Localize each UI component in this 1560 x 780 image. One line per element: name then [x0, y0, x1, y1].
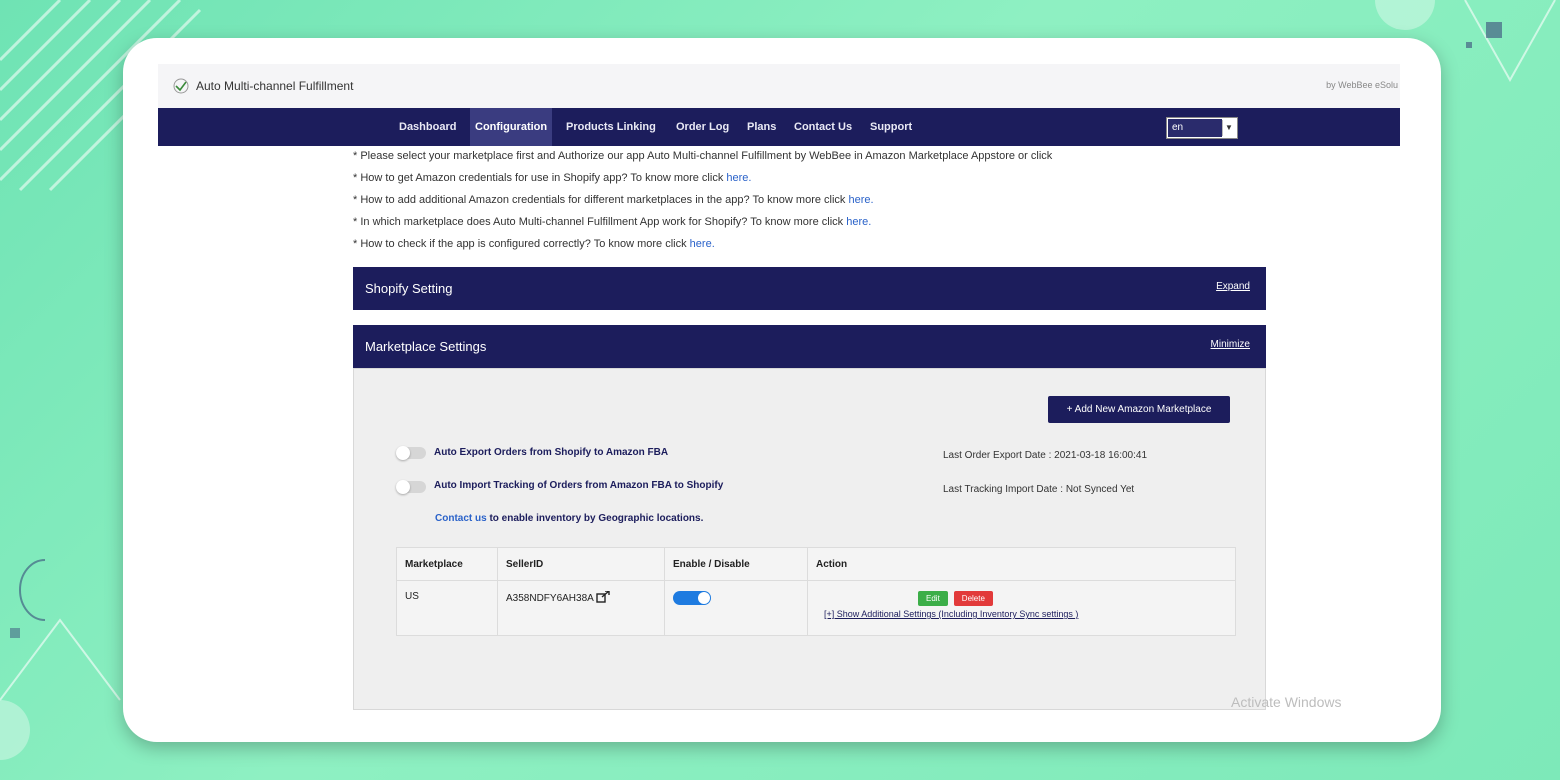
- add-amazon-marketplace-button[interactable]: + Add New Amazon Marketplace: [1048, 396, 1230, 423]
- marketplace-enable-toggle[interactable]: [673, 591, 711, 605]
- enable-disable-cell: [664, 580, 808, 636]
- show-additional-settings-link[interactable]: [+] Show Additional Settings (Including …: [824, 609, 1227, 619]
- seller-id: A358NDFY6AH38A: [506, 593, 594, 604]
- help-link[interactable]: here.: [848, 194, 873, 206]
- help-link[interactable]: here.: [726, 172, 751, 184]
- marketplace-settings-panel-header: Marketplace Settings Minimize: [353, 325, 1266, 368]
- delete-button[interactable]: Delete: [953, 591, 993, 606]
- minimize-link[interactable]: Minimize: [1211, 325, 1250, 365]
- toggle-knob: [396, 480, 410, 494]
- contact-us-link[interactable]: Contact us: [435, 513, 487, 524]
- info-line: * Please select your marketplace first a…: [353, 150, 1052, 162]
- panel-title: Shopify Setting: [365, 281, 453, 296]
- info-text: * Please select your marketplace first a…: [353, 150, 1053, 162]
- auto-import-tracking-toggle[interactable]: [396, 480, 426, 494]
- panel-title: Marketplace Settings: [365, 339, 487, 354]
- nav-products-linking[interactable]: Products Linking: [561, 108, 661, 146]
- help-link[interactable]: here.: [846, 216, 871, 228]
- action-buttons: Edit Delete: [824, 591, 1227, 606]
- action-cell: Edit Delete [+] Show Additional Settings …: [807, 580, 1236, 636]
- table-header-row: Marketplace SellerID Enable / Disable Ac…: [396, 547, 1236, 581]
- column-header: Action: [807, 547, 1236, 581]
- edit-button[interactable]: Edit: [918, 591, 948, 606]
- main-navigation: Dashboard Configuration Products Linking…: [158, 108, 1400, 146]
- last-tracking-date: Last Tracking Import Date : Not Synced Y…: [943, 484, 1135, 495]
- app-header: Auto Multi-channel Fulfillment by WebBee…: [158, 64, 1400, 108]
- toggle-knob: [698, 592, 710, 604]
- nav-plans[interactable]: Plans: [742, 108, 781, 146]
- column-header: Marketplace: [396, 547, 498, 581]
- chevron-down-icon: ▼: [1222, 120, 1235, 136]
- auto-export-toggle[interactable]: [396, 446, 426, 460]
- table-row: US A358NDFY6AH38A Edit Delete [+] Show Ad…: [396, 580, 1236, 636]
- app-title: Auto Multi-channel Fulfillment: [196, 79, 354, 93]
- info-text: * How to get Amazon credentials for use …: [353, 172, 727, 184]
- toggle-knob: [396, 446, 410, 460]
- marketplace-cell: US: [396, 580, 498, 636]
- app-window: Auto Multi-channel Fulfillment by WebBee…: [123, 38, 1441, 742]
- nav-support[interactable]: Support: [865, 108, 917, 146]
- marketplace-settings-panel-body: + Add New Amazon Marketplace Auto Export…: [353, 368, 1266, 710]
- auto-export-label: Auto Export Orders from Shopify to Amazo…: [434, 447, 669, 458]
- nav-dashboard[interactable]: Dashboard: [394, 108, 461, 146]
- seller-id-cell: A358NDFY6AH38A: [497, 580, 665, 636]
- marketplace-table: Marketplace SellerID Enable / Disable Ac…: [396, 547, 1236, 636]
- shopify-setting-panel-header: Shopify Setting Expand: [353, 267, 1266, 310]
- info-line: * In which marketplace does Auto Multi-c…: [353, 216, 871, 228]
- info-line: * How to get Amazon credentials for use …: [353, 172, 751, 184]
- nav-order-log[interactable]: Order Log: [671, 108, 734, 146]
- column-header: Enable / Disable: [664, 547, 808, 581]
- external-link-icon[interactable]: [596, 590, 610, 603]
- column-header: SellerID: [497, 547, 665, 581]
- language-value: en: [1168, 119, 1222, 137]
- vendor-byline: by WebBee eSolu: [1326, 80, 1398, 90]
- contact-notice-text: to enable inventory by Geographic locati…: [486, 513, 704, 524]
- app-logo-icon: [173, 78, 189, 94]
- info-text: * How to check if the app is configured …: [353, 238, 690, 250]
- activate-windows-watermark: Activate Windows: [1231, 694, 1342, 710]
- info-line: * How to check if the app is configured …: [353, 238, 715, 250]
- nav-contact-us[interactable]: Contact Us: [789, 108, 857, 146]
- contact-notice: Contact us to enable inventory by Geogra…: [435, 513, 703, 524]
- language-select[interactable]: en ▼: [1166, 117, 1238, 139]
- nav-configuration[interactable]: Configuration: [470, 108, 553, 146]
- last-export-date: Last Order Export Date : 2021-03-18 16:0…: [943, 450, 1148, 461]
- info-line: * How to add additional Amazon credentia…: [353, 194, 874, 206]
- info-text: * In which marketplace does Auto Multi-c…: [353, 216, 847, 228]
- auto-import-tracking-label: Auto Import Tracking of Orders from Amaz…: [434, 480, 724, 491]
- help-link[interactable]: here.: [690, 238, 715, 250]
- expand-link[interactable]: Expand: [1216, 267, 1250, 307]
- info-text: * How to add additional Amazon credentia…: [353, 194, 849, 206]
